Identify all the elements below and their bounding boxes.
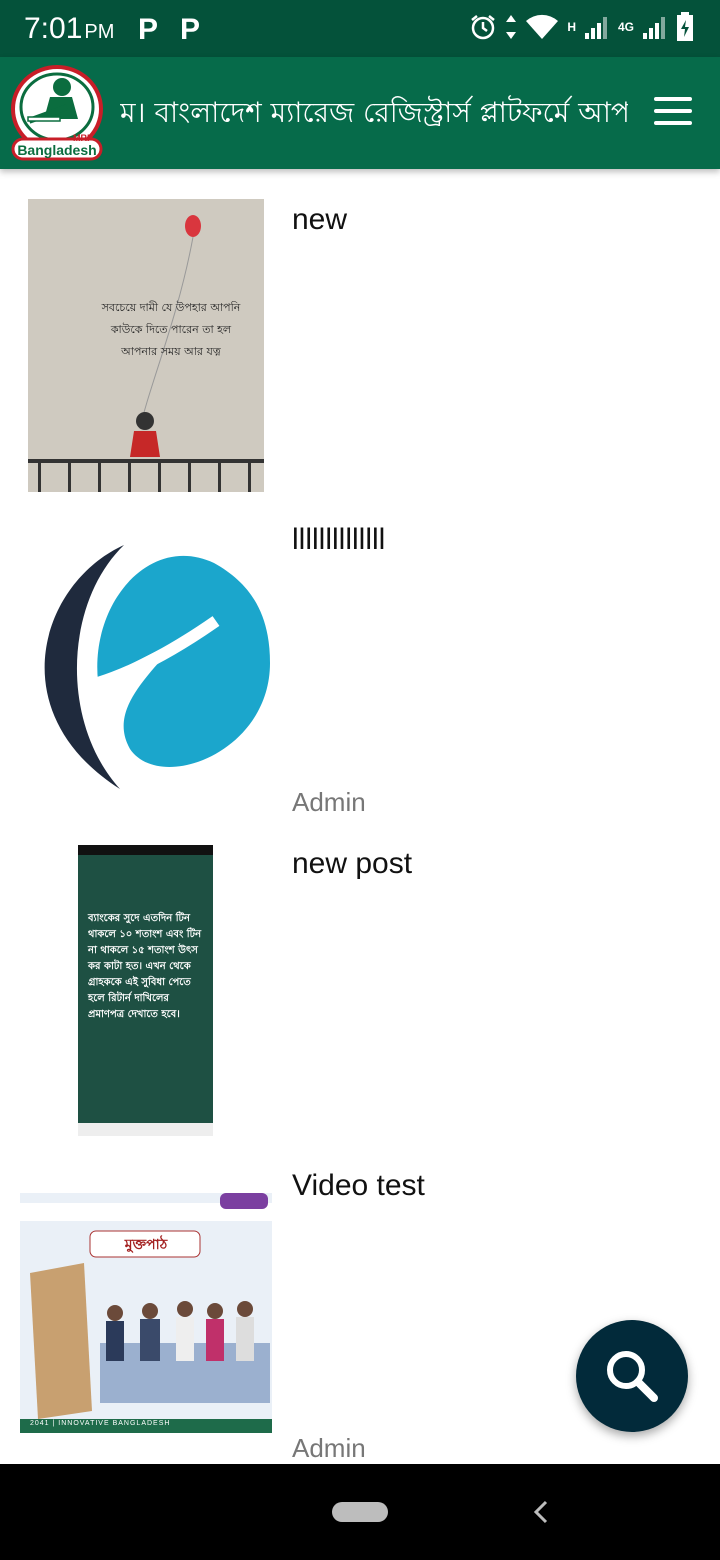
app-title: ম। বাংলাদেশ ম্যারেজ রেজিস্ট্রার্স প্লাটফ… xyxy=(120,96,628,129)
status-time: 7:01 PM xyxy=(24,12,115,45)
app-bar: MRP Bangladesh ম। বাংলাদেশ ম্যারেজ রেজিস… xyxy=(0,57,720,169)
post-image-text: মুক্তপাঠ xyxy=(124,1237,168,1253)
post-title[interactable]: new xyxy=(292,203,347,237)
status-bar: 7:01 PM P P H 4G xyxy=(0,0,720,57)
status-icons: H 4G xyxy=(469,12,694,42)
post-title[interactable]: new post xyxy=(292,847,412,881)
logo-text: Bangladesh xyxy=(17,142,96,158)
notification-icon-p1: P xyxy=(138,13,159,46)
data-arrows-icon xyxy=(506,15,517,39)
post-thumbnail[interactable] xyxy=(20,543,272,793)
search-icon xyxy=(607,1351,658,1402)
e-logo-image xyxy=(44,545,270,789)
signal-icon-2 xyxy=(643,17,665,39)
back-icon[interactable] xyxy=(528,1494,552,1530)
hamburger-menu-icon[interactable] xyxy=(654,97,692,127)
home-button[interactable] xyxy=(332,1502,388,1522)
post-title[interactable]: llllllllllllll xyxy=(292,523,385,557)
battery-charging-icon xyxy=(677,12,693,41)
system-nav-bar xyxy=(0,1464,720,1560)
post-feed[interactable]: সবচেয়ে দামী যে উপহার আপনি কাউকে দিতে পা… xyxy=(0,169,720,1464)
alarm-icon xyxy=(471,15,496,40)
post-title[interactable]: Video test xyxy=(292,1169,425,1203)
net-type-h: H xyxy=(567,20,576,34)
notification-icon-p2: P xyxy=(180,13,201,46)
wifi-icon xyxy=(526,14,559,39)
post-thumbnail[interactable]: ব্যাংকের সুদে এতদিন টিন থাকলে ১০ শতাংশ এ… xyxy=(78,845,213,1136)
post-image-footer: 2041 | INNOVATIVE BANGLADESH xyxy=(30,1420,171,1427)
post-thumbnail[interactable]: সবচেয়ে দামী যে উপহার আপনি কাউকে দিতে পা… xyxy=(28,199,264,492)
post-item[interactable]: সবচেয়ে দামী যে উপহার আপনি কাউকে দিতে পা… xyxy=(0,169,720,499)
post-image-text: ব্যাংকের সুদে এতদিন টিন থাকলে ১০ শতাংশ এ… xyxy=(88,913,202,1020)
post-item[interactable]: llllllllllllll Admin xyxy=(0,499,720,829)
signal-icon xyxy=(584,17,607,39)
post-item[interactable]: ব্যাংকের সুদে এতদিন টিন থাকলে ১০ শতাংশ এ… xyxy=(0,829,720,1149)
search-fab-button[interactable] xyxy=(576,1320,688,1432)
post-author: Admin xyxy=(292,787,366,817)
app-logo[interactable]: MRP Bangladesh xyxy=(10,65,104,161)
post-author: Admin xyxy=(292,1433,366,1463)
net-type-4g: 4G xyxy=(617,20,634,34)
post-image-text: সবচেয়ে দামী যে উপহার আপনি কাউকে দিতে পা… xyxy=(101,301,241,358)
post-thumbnail[interactable]: মুক্তপাঠ 2041 | INNOVATIVE BANGLADESH xyxy=(20,1193,272,1433)
